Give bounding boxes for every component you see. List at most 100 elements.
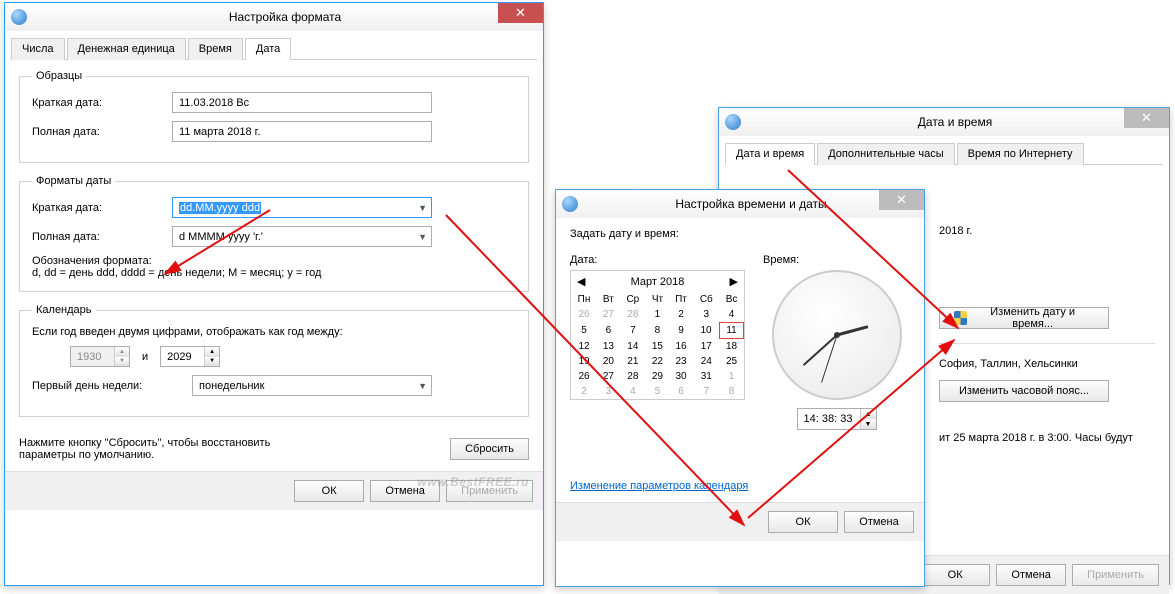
tz-text: София, Таллин, Хельсинки (939, 358, 1155, 370)
cal-day[interactable]: 31 (693, 369, 720, 384)
cal-day[interactable]: 28 (620, 369, 646, 384)
cal-day[interactable]: 17 (693, 339, 720, 355)
year-from-field: 1930 ▲▼ (70, 346, 130, 367)
tab-additional-clocks[interactable]: Дополнительные часы (817, 143, 954, 165)
cal-day[interactable]: 13 (597, 339, 620, 355)
window-format: Настройка формата ✕ Числа Денежная едини… (4, 2, 544, 586)
close-button[interactable]: ✕ (879, 190, 924, 210)
cal-day[interactable]: 26 (571, 369, 597, 384)
change-tz-button[interactable]: Изменить часовой пояс... (939, 380, 1109, 402)
watermark: www.BestFREE.ru (417, 475, 529, 489)
app-icon (11, 9, 27, 25)
cal-day[interactable]: 9 (669, 323, 693, 339)
spin-up[interactable]: ▲ (861, 409, 876, 419)
first-day-combo[interactable]: понедельник ▼ (192, 375, 432, 396)
tab-currency[interactable]: Денежная единица (67, 38, 186, 60)
window-title: Настройка формата (27, 10, 543, 24)
calendar-params-link[interactable]: Изменение параметров календаря (570, 480, 748, 492)
cal-day[interactable]: 3 (693, 307, 720, 323)
date-text: 2018 г. (939, 225, 1155, 237)
tab-internet-time[interactable]: Время по Интернету (957, 143, 1084, 165)
cal-day[interactable]: 8 (646, 323, 669, 339)
spin-down[interactable]: ▼ (861, 419, 876, 429)
year-to-field[interactable]: 2029 ▲▼ (160, 346, 220, 367)
first-day-label: Первый день недели: (32, 380, 192, 392)
spin-up[interactable]: ▲ (205, 347, 219, 357)
cancel-button[interactable]: Отмена (844, 511, 914, 533)
tab-date[interactable]: Дата (245, 38, 291, 60)
reset-button[interactable]: Сбросить (450, 438, 529, 460)
cal-day[interactable]: 10 (693, 323, 720, 339)
chevron-down-icon: ▼ (418, 381, 427, 391)
cal-day[interactable]: 7 (620, 323, 646, 339)
cal-day[interactable]: 21 (620, 354, 646, 369)
cal-day[interactable]: 3 (597, 384, 620, 399)
cal-day[interactable]: 2 (571, 384, 597, 399)
shield-icon (954, 311, 967, 325)
titlebar[interactable]: Настройка времени и даты ✕ (556, 190, 924, 218)
cal-month[interactable]: Март 2018 (631, 276, 685, 288)
time-label: Время: (763, 254, 910, 266)
tab-time[interactable]: Время (188, 38, 243, 60)
set-label: Задать дату и время: (570, 228, 910, 240)
spin-down[interactable]: ▼ (205, 357, 219, 367)
close-button[interactable]: ✕ (1124, 108, 1169, 128)
cal-prev[interactable]: ◀ (577, 275, 585, 288)
cal-day[interactable]: 20 (597, 354, 620, 369)
cal-day[interactable]: 1 (646, 307, 669, 323)
cal-day[interactable]: 24 (693, 354, 720, 369)
cal-next[interactable]: ▶ (730, 275, 738, 288)
cal-day[interactable]: 11 (720, 323, 744, 339)
cal-day[interactable]: 23 (669, 354, 693, 369)
cal-day[interactable]: 15 (646, 339, 669, 355)
cal-day[interactable]: 30 (669, 369, 693, 384)
cal-day[interactable]: 5 (571, 323, 597, 339)
cal-day[interactable]: 12 (571, 339, 597, 355)
apply-button[interactable]: Применить (1072, 564, 1159, 586)
cal-day[interactable]: 29 (646, 369, 669, 384)
cancel-button[interactable]: Отмена (996, 564, 1066, 586)
cal-day[interactable]: 16 (669, 339, 693, 355)
long-format-combo[interactable]: d MMMM yyyy 'г.' ▼ (172, 226, 432, 247)
meaning-text: d, dd = день ddd, dddd = день недели; M … (32, 267, 516, 279)
cal-day[interactable]: 7 (693, 384, 720, 399)
cal-day[interactable]: 1 (720, 369, 744, 384)
cal-day[interactable]: 6 (597, 323, 620, 339)
time-spinner[interactable]: 14: 38: 33 ▲▼ (797, 408, 877, 430)
cal-day[interactable]: 25 (720, 354, 744, 369)
ok-button[interactable]: ОК (294, 480, 364, 502)
meaning-label: Обозначения формата: (32, 255, 516, 267)
calendar[interactable]: ◀ Март 2018 ▶ ПнВтСрЧтПтСбВс 26272812345… (570, 270, 745, 400)
cal-day[interactable]: 8 (720, 384, 744, 399)
chevron-down-icon: ▼ (418, 232, 427, 242)
dst-text: ит 25 марта 2018 г. в 3:00. Часы будут (939, 432, 1155, 444)
cal-day[interactable]: 4 (720, 307, 744, 323)
cal-day[interactable]: 18 (720, 339, 744, 355)
cal-day[interactable]: 22 (646, 354, 669, 369)
cal-day[interactable]: 14 (620, 339, 646, 355)
close-button[interactable]: ✕ (498, 3, 543, 23)
short-format-combo[interactable]: dd.MM.yyyy ddd ▼ (172, 197, 432, 218)
cal-day[interactable]: 6 (669, 384, 693, 399)
cal-day[interactable]: 27 (597, 307, 620, 323)
ok-button[interactable]: ОК (920, 564, 990, 586)
tab-numbers[interactable]: Числа (11, 38, 65, 60)
change-date-button[interactable]: Изменить дату и время... (939, 307, 1109, 329)
cal-day[interactable]: 5 (646, 384, 669, 399)
long-date-sample: 11 марта 2018 г. (172, 121, 432, 142)
short-date-sample: 11.03.2018 Вс (172, 92, 432, 113)
formats-group: Форматы даты Краткая дата: dd.MM.yyyy dd… (19, 175, 529, 292)
titlebar[interactable]: Дата и время ✕ (719, 108, 1169, 136)
cal-day[interactable]: 2 (669, 307, 693, 323)
cal-day[interactable]: 4 (620, 384, 646, 399)
cal-day[interactable]: 27 (597, 369, 620, 384)
ok-button[interactable]: ОК (768, 511, 838, 533)
cal-day[interactable]: 26 (571, 307, 597, 323)
cal-day[interactable]: 19 (571, 354, 597, 369)
titlebar[interactable]: Настройка формата ✕ (5, 3, 543, 31)
tab-datetime[interactable]: Дата и время (725, 143, 815, 165)
short-date-label: Краткая дата: (32, 97, 172, 109)
app-icon (725, 114, 741, 130)
tabs: Числа Денежная единица Время Дата (11, 37, 537, 60)
cal-day[interactable]: 28 (620, 307, 646, 323)
